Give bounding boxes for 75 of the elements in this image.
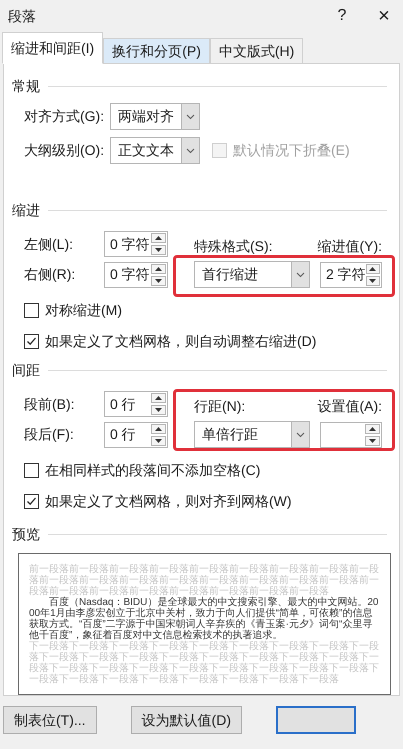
dropdown-field[interactable]: 两端对齐 xyxy=(110,103,200,130)
triangle-up-icon xyxy=(155,266,162,270)
spin-field[interactable] xyxy=(320,422,382,448)
checkbox-label: 在相同样式的段落间不添加空格(C) xyxy=(45,461,260,480)
field-label: 对齐方式(G): xyxy=(24,107,106,126)
triangle-down-icon xyxy=(155,408,162,412)
spin-up-button[interactable] xyxy=(366,264,380,274)
field-label: 特殊格式(S): xyxy=(194,237,274,256)
spin-field[interactable]: 0 行 xyxy=(104,391,168,417)
triangle-up-icon xyxy=(155,426,162,430)
preview-text: 百度（Nasdaq：BIDU）是全球最大的中文搜索引擎、最大的中文网站。2000年1月由李彦宏创立于北京中关村，致力于向人们提供“简单，可依赖”的信息获取方式。“百度”二字源于中国宋朝词人辛弃疾的《青玉案·元夕》词句“众里寻他千百度”，象征着百度对中文信息检索技术的执著追求。 xyxy=(29,597,380,641)
spin-up-button[interactable] xyxy=(365,424,380,434)
spin-down-button[interactable] xyxy=(151,436,166,446)
field-label: 左侧(L): xyxy=(24,234,74,254)
window-title: 段落 xyxy=(8,6,37,26)
preview-text: 下一段落下一段落下一段落下一段落下一段落下一段落下一段落下一段落下一段落下一段落下一段落下一段落下一段落下一段落下一段落下一段落下一段落下一段落下一段落下一段落下一段落下一段落下一段落下一段落下一段落下一段落下一段落下一段落下一段落下一段落下一段落下一段落下一段落下一段落 xyxy=(29,641,380,685)
field-label: 右侧(R): xyxy=(24,265,76,284)
field-label: 设置值(A): xyxy=(316,397,382,416)
tab[interactable]: 换行和分页(P) xyxy=(103,38,210,64)
chevron-icon xyxy=(296,432,305,438)
field-label: 段前(B): xyxy=(24,394,76,414)
triangle-down-icon xyxy=(155,438,162,442)
section-heading: 常规 xyxy=(12,77,40,96)
chevron-icon xyxy=(186,114,195,120)
spin-field[interactable]: 2 字符 xyxy=(320,262,382,288)
checkbox[interactable] xyxy=(24,463,39,478)
spin-up-button[interactable] xyxy=(151,264,166,274)
tab[interactable]: 缩进和间距(I) xyxy=(2,32,104,64)
spin-up-button[interactable] xyxy=(151,393,166,403)
section-heading: 间距 xyxy=(12,361,40,380)
checkbox-label: 默认情况下折叠(E) xyxy=(233,141,350,160)
field-label: 行距(N): xyxy=(194,397,246,416)
spin-up-button[interactable] xyxy=(151,424,166,434)
chevron-icon xyxy=(296,272,305,278)
field-label: 大纲级别(O): xyxy=(24,141,106,160)
field-label: 段后(F): xyxy=(24,425,75,444)
help-button[interactable]: ? xyxy=(327,4,357,28)
triangle-down-icon xyxy=(155,248,162,252)
spin-field[interactable]: 0 字符 xyxy=(104,262,168,288)
checkbox-label: 如果定义了文档网格，则自动调整右缩进(D) xyxy=(45,332,316,351)
spin-down-button[interactable] xyxy=(151,276,166,286)
check-icon xyxy=(26,496,37,507)
triangle-down-icon xyxy=(369,278,376,282)
tab[interactable]: 中文版式(H) xyxy=(210,38,304,64)
preview-text: 前一段落前一段落前一段落前一段落前一段落前一段落前一段落前一段落前一段落前一段落前一段落前一段落前一段落前一段落前一段落前一段落前一段落前一段落前一段落前一段落前一段落前一段落前一段落前一段落前一段落 xyxy=(29,564,380,597)
field-label: 缩进值(Y): xyxy=(316,237,382,256)
triangle-up-icon xyxy=(369,266,376,270)
triangle-up-icon xyxy=(155,236,162,240)
dropdown-field[interactable]: 首行缩进 xyxy=(194,261,310,288)
chevron-icon xyxy=(186,148,195,154)
section-heading: 缩进 xyxy=(12,201,40,220)
close-button[interactable]: × xyxy=(369,1,399,31)
triangle-down-icon xyxy=(369,438,376,442)
triangle-down-icon xyxy=(155,278,162,282)
checkbox[interactable] xyxy=(24,303,39,318)
spin-up-button[interactable] xyxy=(151,233,166,243)
spin-field[interactable]: 0 字符 xyxy=(104,231,168,257)
dialog-button[interactable]: 设为默认值(D) xyxy=(130,706,242,734)
triangle-up-icon xyxy=(369,426,376,430)
triangle-up-icon xyxy=(155,396,162,400)
checkbox-label: 对称缩进(M) xyxy=(45,301,122,320)
dropdown-field[interactable]: 单倍行距 xyxy=(194,421,310,448)
check-icon xyxy=(26,336,37,347)
dialog-button[interactable] xyxy=(276,706,356,734)
spin-down-button[interactable] xyxy=(366,276,380,286)
checkbox[interactable] xyxy=(24,334,39,349)
spin-down-button[interactable] xyxy=(151,245,166,255)
dropdown-field[interactable]: 正文文本 xyxy=(110,137,200,164)
checkbox[interactable] xyxy=(24,494,39,509)
dialog-button[interactable]: 制表位(T)... xyxy=(3,706,97,734)
checkbox-label: 如果定义了文档网格，则对齐到网格(W) xyxy=(45,492,292,511)
spin-down-button[interactable] xyxy=(365,436,380,446)
spin-down-button[interactable] xyxy=(151,405,166,415)
section-heading: 预览 xyxy=(12,525,40,544)
spin-field[interactable]: 0 行 xyxy=(104,422,168,448)
